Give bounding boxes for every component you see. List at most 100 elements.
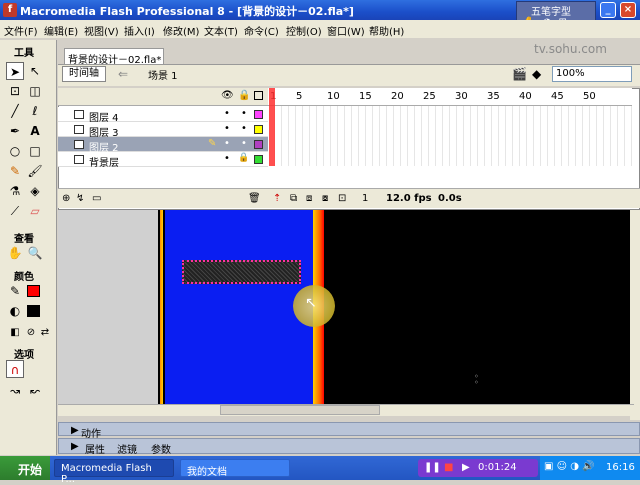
swap-colors-icon[interactable]: ⇄ [36, 324, 54, 342]
pen-tool-icon[interactable]: ✒ [6, 122, 24, 140]
properties-tab[interactable]: 属性 [85, 441, 105, 456]
parameters-tab[interactable]: 参数 [151, 441, 171, 456]
delete-layer-icon[interactable]: 🗑 [248, 193, 261, 204]
subselection-tool-icon[interactable]: ↖ [26, 62, 44, 80]
start-button[interactable]: 开始 [0, 456, 50, 480]
visibility-dot[interactable]: • [224, 108, 230, 119]
outline-icon[interactable] [254, 91, 263, 100]
eye-icon[interactable]: 👁 [221, 90, 234, 101]
stop-icon[interactable]: ■ [444, 462, 453, 473]
paint-bucket-tool-icon[interactable]: ◈ [26, 182, 44, 200]
play-icon[interactable]: ▶ [462, 462, 470, 473]
back-arrow-icon[interactable]: ⇐ [118, 67, 128, 81]
edit-multiple-frames-icon[interactable]: ⧇ [322, 193, 328, 204]
taskbar-flash-button[interactable]: Macromedia Flash P... [54, 459, 174, 485]
lock-icon[interactable]: 🔒 [238, 153, 249, 163]
layer-row-selected[interactable]: 图层 2 ✎ • • [58, 137, 268, 154]
ink-bottle-tool-icon[interactable]: ⚗ [6, 182, 24, 200]
onion-markers-icon[interactable]: ⊡ [338, 193, 346, 204]
document-tab[interactable]: 背景的设计－02.fla* [64, 48, 164, 66]
oval-tool-icon[interactable]: ○ [6, 142, 24, 160]
lock-dot[interactable]: • [241, 138, 247, 149]
actions-panel-header[interactable]: ▶ 动作 [58, 422, 640, 440]
straighten-icon[interactable]: ↜ [26, 382, 44, 400]
expand-arrow-icon[interactable]: ▶ [71, 441, 79, 452]
horizontal-scroll-thumb[interactable] [220, 405, 380, 415]
filters-tab[interactable]: 滤镜 [117, 441, 137, 456]
close-button[interactable]: × [620, 2, 636, 18]
zoom-select[interactable]: 100% [552, 66, 632, 82]
blue-background-shape[interactable] [165, 210, 313, 404]
scene-label[interactable]: 场景 1 [148, 67, 178, 82]
fill-transform-tool-icon[interactable]: ◫ [26, 82, 44, 100]
eraser-tool-icon[interactable]: ▱ [26, 202, 44, 220]
rectangle-tool-icon[interactable]: □ [26, 142, 44, 160]
layer-icon [74, 155, 84, 164]
layer-color-swatch[interactable] [254, 125, 263, 134]
zoom-tool-icon[interactable]: 🔍 [26, 244, 44, 262]
layer-color-swatch[interactable] [254, 155, 263, 164]
tray-icons[interactable]: ▣ ☺ ◑ 🔊 [544, 461, 595, 472]
lock-icon[interactable]: 🔒 [238, 90, 250, 101]
menu-view[interactable]: 视图(V) [84, 23, 119, 38]
menu-window[interactable]: 窗口(W) [327, 23, 365, 38]
visibility-dot[interactable]: • [224, 153, 230, 164]
add-motion-guide-icon[interactable]: ↯ [76, 193, 84, 204]
vertical-scrollbar[interactable] [630, 210, 640, 420]
layer-color-swatch[interactable] [254, 110, 263, 119]
visibility-dot[interactable]: • [224, 138, 230, 149]
hand-tool-icon[interactable]: ✋ [6, 244, 24, 262]
frame-rate[interactable]: 12.0 fps [386, 193, 432, 204]
playhead[interactable] [269, 88, 275, 166]
edit-scene-icon[interactable]: 🎬 [512, 67, 527, 81]
stroke-color-icon[interactable]: ✎ [6, 282, 24, 300]
layer-row[interactable]: 背景层 • 🔒 [58, 152, 268, 169]
menu-insert[interactable]: 插入(I) [124, 23, 155, 38]
brush-tool-icon[interactable]: 🖌 [26, 162, 44, 180]
onion-outline-icon[interactable]: ⧈ [306, 193, 312, 204]
left-edge-stripe[interactable] [158, 210, 165, 404]
layer-row[interactable]: 图层 4 • • [58, 107, 268, 124]
lock-dot[interactable]: • [241, 123, 247, 134]
taskbar-documents-button[interactable]: 我的文档 [180, 459, 290, 478]
smooth-icon[interactable]: ↝ [6, 382, 24, 400]
fill-color-icon[interactable]: ◐ [6, 302, 24, 320]
layer-color-swatch[interactable] [254, 140, 263, 149]
media-player-bar[interactable]: ❚❚ ■ ▶ 0:01:24 [418, 459, 538, 477]
menu-commands[interactable]: 命令(C) [244, 23, 279, 38]
visibility-dot[interactable]: • [224, 123, 230, 134]
selection-tool-icon[interactable]: ➤ [6, 62, 24, 80]
pencil-tool-icon[interactable]: ✎ [6, 162, 24, 180]
lasso-tool-icon[interactable]: ℓ [26, 102, 44, 120]
selected-rectangle-shape[interactable] [182, 260, 301, 284]
stroke-color-swatch[interactable] [27, 285, 40, 297]
properties-panel-header[interactable]: ▶ 属性 滤镜 参数 [58, 438, 640, 456]
menu-edit[interactable]: 编辑(E) [44, 23, 78, 38]
menu-text[interactable]: 文本(T) [204, 23, 238, 38]
center-frame-icon[interactable]: ⇡ [273, 193, 281, 204]
snap-magnet-icon[interactable]: ∩ [6, 360, 24, 378]
text-tool-icon[interactable]: A [26, 122, 44, 140]
minimize-button[interactable]: _ [600, 2, 616, 18]
mouse-pointer-icon: ↖ [305, 295, 317, 311]
pause-icon[interactable]: ❚❚ [424, 462, 441, 473]
system-tray: ▣ ☺ ◑ 🔊 16:16 [540, 456, 640, 480]
layer-row[interactable]: 图层 3 • • [58, 122, 268, 139]
menu-control[interactable]: 控制(O) [286, 23, 322, 38]
add-layer-icon[interactable]: ⊕ [62, 193, 70, 204]
frame-grid[interactable] [268, 106, 632, 166]
timeline-toggle-button[interactable]: 时间轴 [62, 66, 106, 82]
menu-modify[interactable]: 修改(M) [163, 23, 199, 38]
edit-symbol-icon[interactable]: ◆ [532, 67, 541, 81]
menu-help[interactable]: 帮助(H) [369, 23, 404, 38]
frame-number: 35 [487, 91, 500, 102]
fill-color-swatch[interactable] [27, 305, 40, 317]
eyedropper-tool-icon[interactable]: ⟋ [6, 202, 24, 220]
add-folder-icon[interactable]: ▭ [92, 193, 101, 204]
onion-skin-icon[interactable]: ⧉ [290, 193, 297, 204]
expand-arrow-icon[interactable]: ▶ [71, 425, 79, 436]
lock-dot[interactable]: • [241, 108, 247, 119]
line-tool-icon[interactable]: ╱ [6, 102, 24, 120]
menu-file[interactable]: 文件(F) [4, 23, 38, 38]
free-transform-tool-icon[interactable]: ⊡ [6, 82, 24, 100]
